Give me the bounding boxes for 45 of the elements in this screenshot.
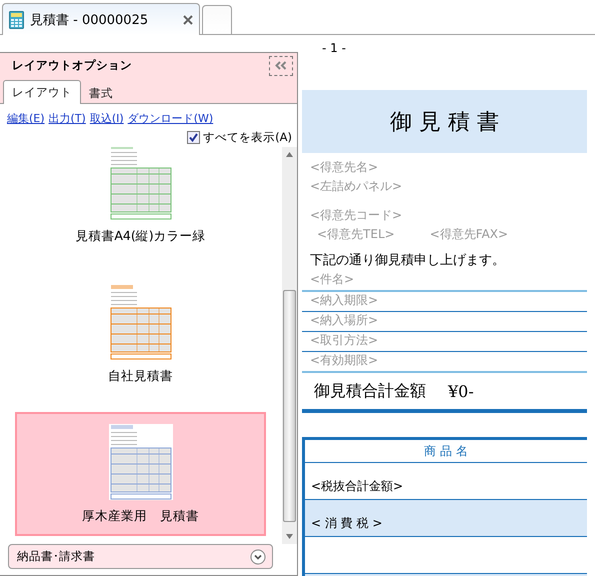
total-label: 御見積合計金額 [314,380,426,402]
panel-title: レイアウトオプション [12,58,132,73]
page-number: - 1 - [321,41,347,55]
show-all-checkbox[interactable] [187,131,200,144]
chevron-down-icon [250,548,266,564]
placeholder-text: <件名> [309,271,354,288]
calculator-icon [9,10,24,28]
document-tab[interactable]: 見積書 - 00000025 [2,3,200,35]
layout-item[interactable]: 自社見積書 [15,272,266,396]
placeholder-text: <納入期限> [309,292,378,309]
placeholder-text: <得意先TEL> [316,226,395,243]
placeholder-text: <得意先コード> [309,207,404,224]
layout-item[interactable]: 厚木産業用 見積書 [15,412,266,536]
scrollbar-thumb[interactable] [283,290,296,522]
scroll-down-arrow-icon[interactable] [286,534,293,539]
layout-item[interactable]: 見積書A4(縦)カラー緑 [15,147,266,256]
double-chevron-left-icon [275,61,287,70]
placeholder-text: <納入場所> [309,312,378,329]
menu-link[interactable]: ダウンロード(W) [128,111,214,126]
collapse-button[interactable] [269,56,293,76]
placeholder-text: <取引方法> [309,332,378,349]
table-cell: < 消 費 税 > [311,515,382,532]
category-expander[interactable]: 納品書･請求書 [8,544,273,569]
scroll-up-arrow-icon[interactable] [286,152,293,157]
tab-title: 見積書 - 00000025 [30,12,150,28]
menu-link[interactable]: 編集(E) [7,111,45,126]
menu-link[interactable]: 取込(I) [90,111,124,126]
checkbox-label: すべてを表示(A) [203,130,292,145]
panel-tab[interactable]: レイアウト [3,80,81,104]
layout-name: 厚木産業用 見積書 [82,508,199,524]
new-tab[interactable] [202,5,232,34]
scrollbar[interactable] [282,147,297,544]
greeting-text: 下記の通り御見積申し上げます。 [309,252,506,270]
close-icon[interactable] [183,14,193,24]
placeholder-text: <有効期限> [309,352,378,369]
panel-tab[interactable]: 書式 [81,82,121,104]
placeholder-text: <得意先FAX> [428,226,508,243]
placeholder-text: <左詰めパネル> [309,178,404,195]
menu-link[interactable]: 出力(T) [48,111,86,126]
layout-name: 自社見積書 [108,368,173,384]
placeholder-text: <得意先名> [309,159,380,176]
table-cell: <税抜合計金額> [311,478,404,495]
layout-name: 見積書A4(縦)カラー緑 [75,228,206,244]
total-value: ¥0- [448,382,474,400]
document-title: 御 見 積 書 [302,90,587,153]
